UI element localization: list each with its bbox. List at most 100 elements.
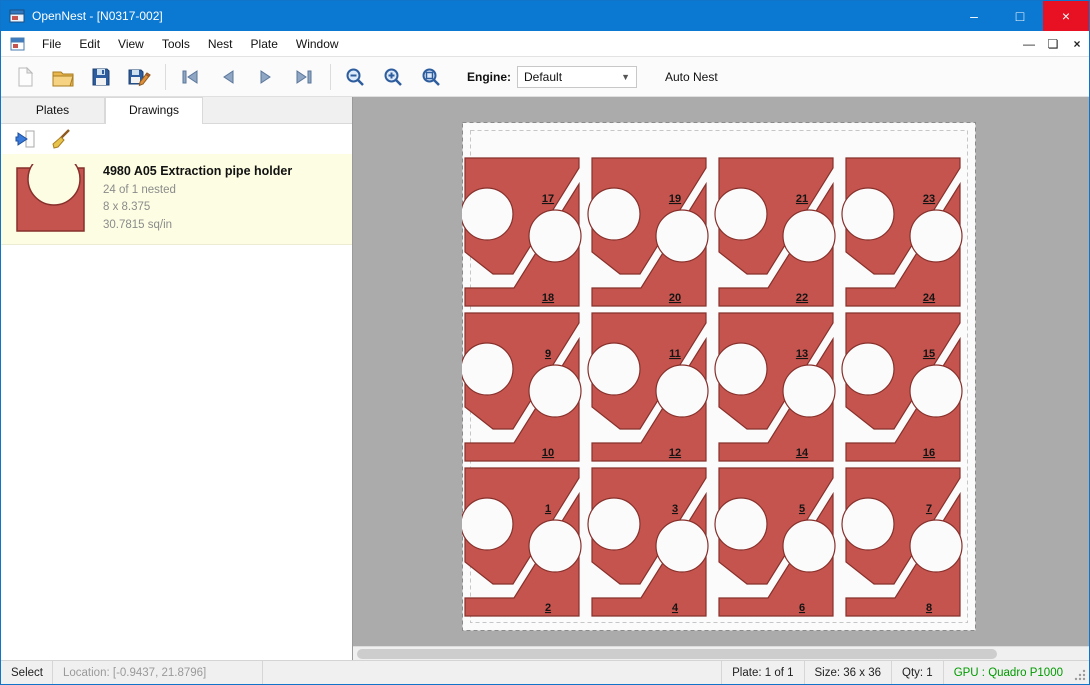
go-last-icon	[293, 66, 315, 88]
titlebar: OpenNest - [N0317-002] – □ ×	[1, 1, 1089, 31]
zoom-fit-button[interactable]	[415, 61, 447, 93]
zoom-out-icon	[344, 66, 366, 88]
grip-dots-icon	[1074, 669, 1086, 681]
next-plate-button[interactable]	[250, 61, 282, 93]
part-circular-cutout	[715, 498, 767, 550]
tab-plates[interactable]: Plates	[1, 97, 105, 123]
part-number: 7	[926, 503, 932, 515]
part-circular-cutout	[529, 210, 581, 262]
part-number: 1	[545, 503, 551, 515]
menu-plate[interactable]: Plate	[242, 31, 287, 57]
part-circular-cutout	[910, 210, 962, 262]
previous-plate-button[interactable]	[212, 61, 244, 93]
close-button[interactable]: ×	[1043, 1, 1089, 31]
part-circular-cutout	[715, 343, 767, 395]
part-circular-cutout	[783, 365, 835, 417]
part-number: 20	[669, 292, 681, 304]
nest-plate-svg[interactable]: 171819202122232491011121314151612345678	[462, 122, 976, 631]
save-as-button[interactable]	[123, 61, 155, 93]
clear-drawings-button[interactable]	[49, 126, 75, 152]
zoom-out-button[interactable]	[339, 61, 371, 93]
maximize-button[interactable]: □	[997, 1, 1043, 31]
resize-grip[interactable]	[1073, 661, 1089, 684]
auto-nest-button[interactable]: Auto Nest	[659, 66, 724, 88]
part-circular-cutout	[910, 365, 962, 417]
engine-select[interactable]: Default ▼	[517, 66, 637, 88]
menu-tools[interactable]: Tools	[153, 31, 199, 57]
part-circular-cutout	[842, 188, 894, 240]
menu-items: FileEditViewToolsNestPlateWindow	[33, 31, 348, 57]
part-area: 30.7815 sq/in	[103, 217, 292, 234]
part-number: 6	[799, 602, 805, 614]
nest-canvas[interactable]: 171819202122232491011121314151612345678	[353, 97, 1089, 660]
status-plate: Plate: 1 of 1	[721, 661, 803, 684]
last-plate-button[interactable]	[288, 61, 320, 93]
part-number: 3	[672, 503, 678, 515]
part-number: 23	[923, 193, 935, 205]
part-number: 2	[545, 602, 551, 614]
part-number: 16	[923, 447, 935, 459]
drawings-toolbar	[1, 124, 352, 154]
h-scrollbar-thumb[interactable]	[357, 649, 997, 659]
part-number: 12	[669, 447, 681, 459]
part-circular-cutout	[588, 343, 640, 395]
zoom-fit-icon	[420, 66, 442, 88]
first-plate-button[interactable]	[174, 61, 206, 93]
zoom-in-button[interactable]	[377, 61, 409, 93]
part-circular-cutout	[783, 520, 835, 572]
part-circular-cutout	[783, 210, 835, 262]
part-number: 17	[542, 193, 554, 205]
part-circular-cutout	[656, 210, 708, 262]
part-number: 21	[796, 193, 808, 205]
menu-file[interactable]: File	[33, 31, 70, 57]
mdi-child-icon[interactable]	[10, 37, 25, 51]
new-file-icon	[14, 66, 36, 88]
save-icon	[90, 66, 112, 88]
menu-view[interactable]: View	[109, 31, 153, 57]
mdi-minimize-button[interactable]: —	[1017, 33, 1041, 55]
part-dimensions: 8 x 8.375	[103, 199, 292, 216]
go-previous-icon	[217, 66, 239, 88]
save-edit-icon	[127, 66, 151, 88]
engine-label: Engine:	[467, 70, 511, 84]
part-number: 4	[672, 602, 679, 614]
mdi-close-button[interactable]: ×	[1065, 33, 1089, 55]
part-title: 4980 A05 Extraction pipe holder	[103, 164, 292, 178]
part-number: 13	[796, 348, 808, 360]
part-number: 10	[542, 447, 554, 459]
import-drawing-button[interactable]	[13, 126, 39, 152]
part-nested-count: 24 of 1 nested	[103, 182, 292, 199]
go-first-icon	[179, 66, 201, 88]
engine-selected-value: Default	[524, 70, 562, 84]
open-folder-icon	[51, 66, 75, 88]
mdi-restore-button[interactable]: ❏	[1041, 33, 1065, 55]
status-size: Size: 36 x 36	[804, 661, 891, 684]
save-button[interactable]	[85, 61, 117, 93]
part-circular-cutout	[656, 365, 708, 417]
part-circular-cutout	[529, 365, 581, 417]
part-circular-cutout	[910, 520, 962, 572]
menu-nest[interactable]: Nest	[199, 31, 242, 57]
drawing-list-item[interactable]: 4980 A05 Extraction pipe holder 24 of 1 …	[1, 154, 352, 245]
h-scrollbar-track[interactable]	[353, 646, 1089, 660]
open-button[interactable]	[47, 61, 79, 93]
menubar: FileEditViewToolsNestPlateWindow — ❏ ×	[1, 31, 1089, 57]
part-number: 14	[796, 447, 809, 459]
zoom-in-icon	[382, 66, 404, 88]
new-button[interactable]	[9, 61, 41, 93]
part-number: 19	[669, 193, 681, 205]
status-qty: Qty: 1	[891, 661, 943, 684]
menu-window[interactable]: Window	[287, 31, 348, 57]
menu-edit[interactable]: Edit	[70, 31, 109, 57]
part-circular-cutout	[842, 343, 894, 395]
tab-drawings[interactable]: Drawings	[105, 97, 203, 124]
toolbar: Engine: Default ▼ Auto Nest	[1, 57, 1089, 97]
sidebar-tabs: Plates Drawings	[1, 97, 352, 124]
part-circular-cutout	[715, 188, 767, 240]
chevron-down-icon: ▼	[621, 72, 630, 82]
statusbar: Select Location: [-0.9437, 21.8796] Plat…	[1, 660, 1089, 684]
import-arrow-icon	[14, 128, 38, 150]
part-number: 24	[923, 292, 936, 304]
minimize-button[interactable]: –	[951, 1, 997, 31]
part-number: 22	[796, 292, 808, 304]
